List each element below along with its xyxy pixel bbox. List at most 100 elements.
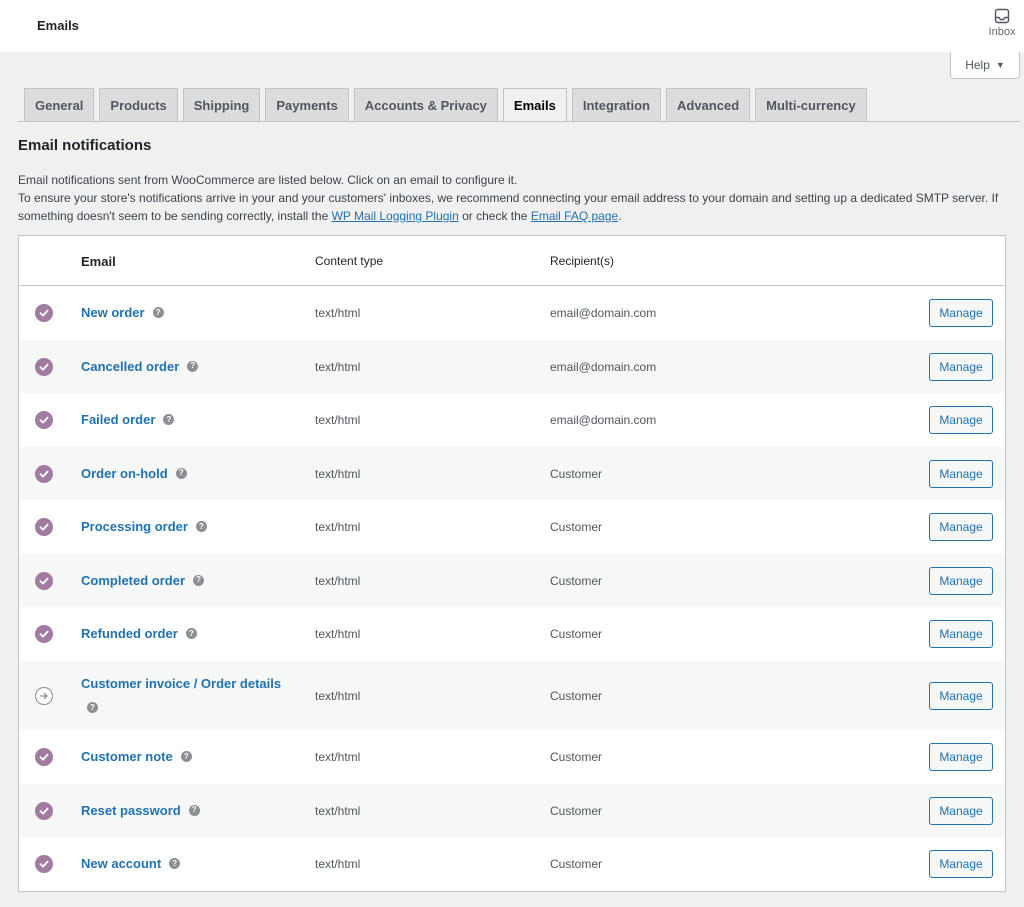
question-icon[interactable]: ? [152, 307, 164, 319]
tab-general[interactable]: General [24, 88, 95, 122]
tab-emails[interactable]: Emails [502, 88, 567, 122]
manage-button[interactable]: Manage [929, 850, 993, 878]
tab-integration[interactable]: Integration [571, 88, 661, 122]
table-row: Reset password? text/html Customer Manage [19, 784, 1005, 837]
tab-advanced[interactable]: Advanced [666, 88, 751, 122]
email-name-link[interactable]: Cancelled order? [81, 356, 199, 378]
question-icon[interactable]: ? [187, 360, 199, 372]
recipient-cell: Customer [550, 466, 603, 481]
email-name-link[interactable]: Customer invoice / Order details? [81, 673, 311, 714]
tabs-divider [18, 121, 1020, 122]
recipient-cell: email@domain.com [550, 359, 657, 374]
table-row: Customer note? text/html Customer Manage [19, 730, 1005, 784]
email-name-link[interactable]: Processing order? [81, 516, 207, 538]
manage-button[interactable]: Manage [929, 743, 993, 771]
inbox-button[interactable]: Inbox [984, 8, 1020, 38]
email-name-link[interactable]: Customer note? [81, 746, 192, 768]
settings-tabs: General Products Shipping Payments Accounts … [24, 88, 867, 122]
email-name: Order on-hold [81, 465, 168, 481]
recipient-cell: Customer [550, 857, 603, 871]
check-circle-icon [35, 304, 53, 322]
table-row: Processing order? text/html Customer Manage [19, 500, 1005, 554]
check-circle-icon [35, 357, 53, 376]
content-type-cell: text/html [315, 803, 361, 818]
email-name: Cancelled order [81, 358, 180, 374]
check-circle-icon [35, 855, 53, 873]
email-name: Processing order [81, 519, 188, 534]
manage-button[interactable]: Manage [929, 513, 993, 541]
question-icon[interactable]: ? [169, 858, 181, 870]
tab-accounts-privacy[interactable]: Accounts & Privacy [353, 88, 498, 122]
table-row: Completed order? text/html Customer Manage [19, 554, 1005, 607]
question-icon[interactable]: ? [163, 414, 175, 426]
tab-products[interactable]: Products [99, 88, 178, 122]
table-row: New order? text/html email@domain.com Manag… [19, 286, 1005, 340]
email-name-link[interactable]: Failed order? [81, 409, 175, 431]
email-name-link[interactable]: Refunded order? [81, 623, 197, 645]
arrow-circle-icon [35, 686, 53, 705]
email-name: Completed order [81, 572, 186, 588]
question-icon[interactable]: ? [185, 628, 197, 640]
intro-text-part: or check the [458, 209, 531, 223]
content-type-cell: text/html [315, 466, 361, 481]
question-icon[interactable]: ? [87, 702, 98, 713]
column-header-recipients: Recipient(s) [550, 254, 615, 268]
inbox-icon [994, 8, 1010, 24]
manage-button[interactable]: Manage [929, 459, 993, 488]
manage-button[interactable]: Manage [929, 352, 993, 381]
email-name-link[interactable]: Reset password? [81, 800, 200, 822]
email-name-link[interactable]: New account? [81, 853, 181, 875]
triangle-down-icon: ▼ [995, 60, 1005, 70]
check-circle-icon [35, 411, 53, 429]
recipient-cell: Customer [550, 750, 603, 764]
content-type-cell: text/html [315, 627, 361, 641]
email-name: New account [81, 856, 162, 871]
intro-line-1: Email notifications sent from WooCommerc… [18, 173, 518, 187]
help-button[interactable]: Help ▼ [950, 52, 1020, 79]
content-type-cell: text/html [315, 306, 361, 320]
wp-mail-logging-link[interactable]: WP Mail Logging Plugin [332, 209, 459, 223]
intro-line-2: To ensure your store's notifications arr… [18, 189, 1020, 225]
content-type-cell: text/html [315, 857, 361, 871]
manage-button[interactable]: Manage [929, 620, 993, 648]
email-name: Failed order [81, 412, 156, 427]
manage-button[interactable]: Manage [929, 681, 993, 710]
email-name-link[interactable]: Order on-hold? [81, 463, 187, 485]
recipient-cell: Customer [550, 627, 603, 641]
table-row: Refunded order? text/html Customer Manage [19, 607, 1005, 661]
tab-multi-currency[interactable]: Multi-currency [755, 88, 867, 122]
question-icon[interactable]: ? [175, 467, 187, 479]
check-circle-icon [35, 625, 53, 643]
help-label: Help [965, 58, 990, 72]
manage-button[interactable]: Manage [929, 796, 993, 825]
email-faq-link[interactable]: Email FAQ page [531, 209, 618, 223]
content-type-cell: text/html [315, 413, 361, 427]
email-name: Customer invoice / Order details [81, 676, 282, 691]
question-icon[interactable]: ? [188, 804, 200, 816]
manage-button[interactable]: Manage [929, 299, 993, 327]
tab-shipping[interactable]: Shipping [182, 88, 261, 122]
question-icon[interactable]: ? [193, 574, 205, 586]
email-notifications-table: Email Content type Recipient(s) New orde… [18, 235, 1006, 892]
recipient-cell: email@domain.com [550, 306, 657, 320]
table-row: Order on-hold? text/html Customer Manage [19, 447, 1005, 500]
intro-text: Email notifications sent from WooCommerc… [18, 171, 1020, 225]
column-header-content-type: Content type [315, 254, 384, 268]
page-title: Emails [37, 18, 79, 33]
question-icon[interactable]: ? [195, 521, 207, 533]
email-name: Customer note [81, 749, 173, 764]
manage-button[interactable]: Manage [929, 566, 993, 595]
content-type-cell: text/html [315, 520, 361, 534]
email-name-link[interactable]: New order? [81, 302, 164, 324]
intro-text-part: . [618, 209, 622, 223]
column-header-email: Email [81, 254, 116, 269]
tab-payments[interactable]: Payments [265, 88, 349, 122]
recipient-cell: Customer [550, 573, 603, 588]
section-title: Email notifications [18, 137, 152, 154]
recipient-cell: Customer [550, 520, 603, 534]
question-icon[interactable]: ? [180, 751, 192, 763]
manage-button[interactable]: Manage [929, 406, 993, 434]
email-name: Refunded order [81, 626, 178, 641]
check-circle-icon [35, 518, 53, 536]
email-name-link[interactable]: Completed order? [81, 570, 205, 592]
